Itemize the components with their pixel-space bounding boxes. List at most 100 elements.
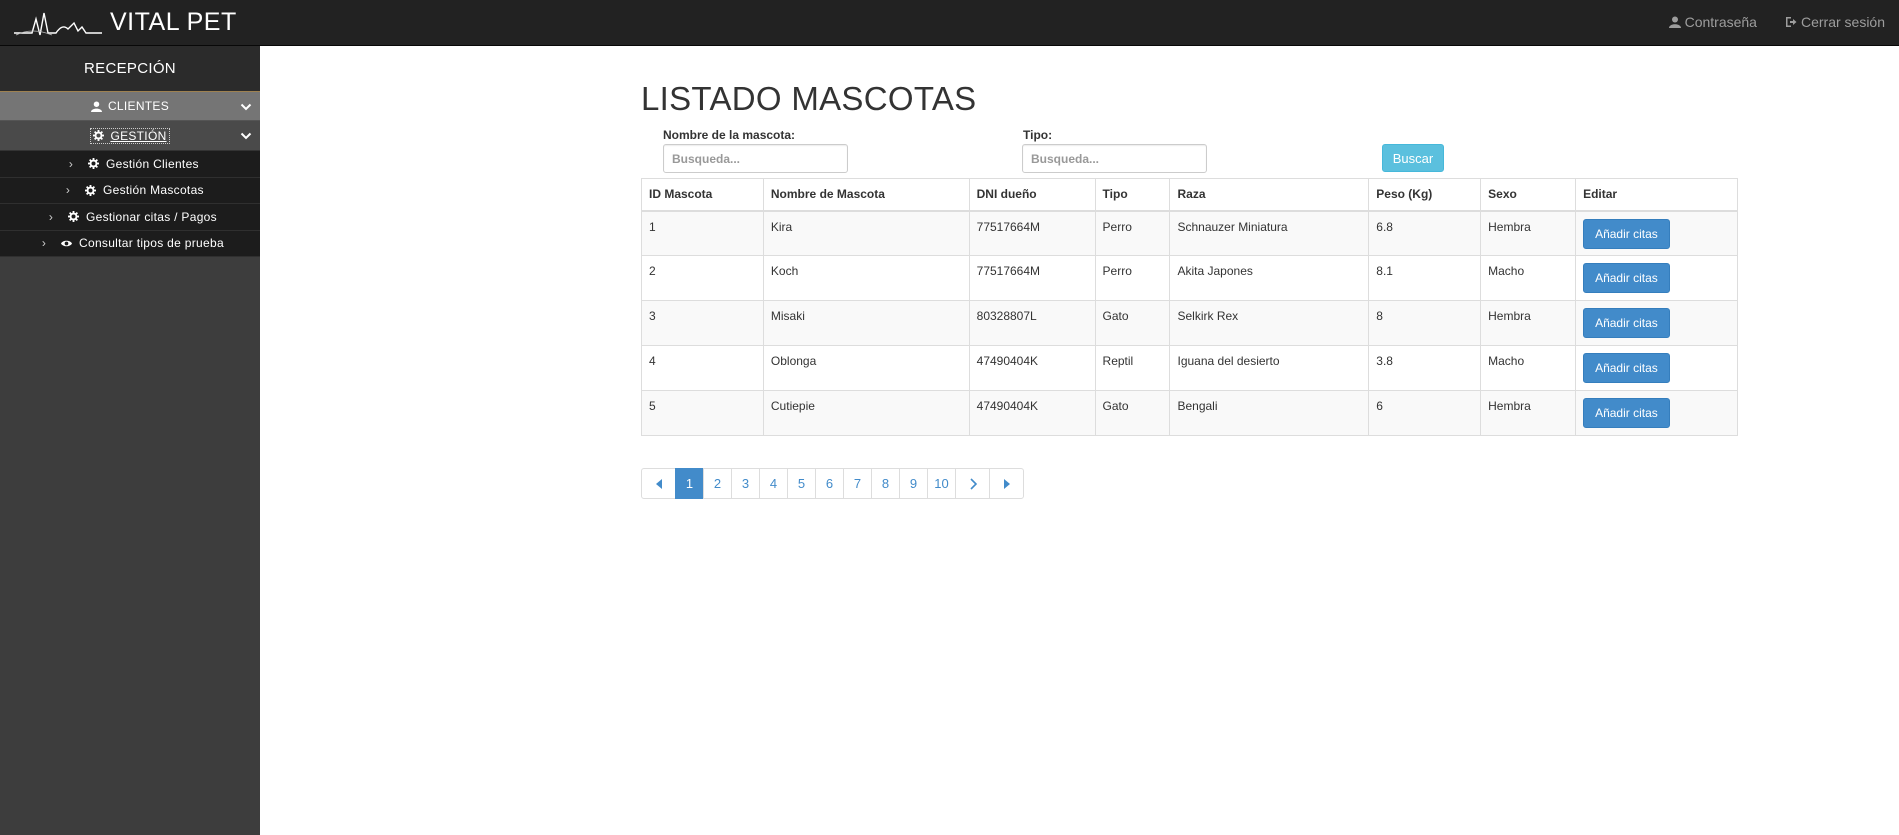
sidebar-header: RECEPCIÓN [0, 46, 260, 91]
page-button-9[interactable]: 9 [899, 468, 928, 499]
cell-id: 3 [641, 300, 764, 346]
cell-weight: 8 [1368, 300, 1482, 346]
table-row: 2 Koch 77517664M Perro Akita Japones 8.1… [641, 255, 1738, 301]
column-header[interactable]: Raza [1169, 178, 1370, 212]
triangle-left-icon [655, 478, 662, 489]
cell-type: Gato [1094, 300, 1171, 346]
cell-actions: Añadir citas [1575, 255, 1738, 301]
page-button-7[interactable]: 7 [843, 468, 872, 499]
cell-weight: 3.8 [1368, 345, 1482, 391]
chevron-right-icon: › [65, 183, 71, 198]
cell-id: 5 [641, 390, 764, 436]
cell-name: Kira [762, 210, 970, 256]
chevron-right-icon: › [48, 209, 54, 224]
first-page-button[interactable] [641, 468, 676, 499]
table-row: 5 Cutiepie 47490404K Gato Bengali 6 Hemb… [641, 390, 1738, 436]
sidebar-item-consultar-pruebas[interactable]: › Consultar tipos de prueba [0, 230, 260, 257]
cell-name: Cutiepie [762, 390, 970, 436]
gear-icon [85, 184, 96, 196]
cell-breed: Bengali [1169, 390, 1370, 436]
cell-id: 2 [641, 255, 764, 301]
next-page-button[interactable] [955, 468, 990, 499]
cell-owner-dni: 80328807L [968, 300, 1096, 346]
cell-name: Oblonga [762, 345, 970, 391]
sidebar: RECEPCIÓN CLIENTES GESTIÓN › Gestión Cli… [0, 46, 260, 835]
page-button-10[interactable]: 10 [927, 468, 956, 499]
table-row: 3 Misaki 80328807L Gato Selkirk Rex 8 He… [641, 300, 1738, 346]
type-search-input[interactable] [1022, 144, 1207, 173]
cell-actions: Añadir citas [1575, 390, 1738, 436]
column-header[interactable]: ID Mascota [641, 178, 764, 212]
sidebar-subitem-label: Gestión Mascotas [103, 183, 204, 198]
column-header[interactable]: Nombre de Mascota [762, 178, 970, 212]
add-appointment-button[interactable]: Añadir citas [1583, 353, 1670, 383]
column-header[interactable]: Tipo [1094, 178, 1171, 212]
column-header[interactable]: Peso (Kg) [1368, 178, 1482, 212]
cell-type: Perro [1094, 255, 1171, 301]
page-button-8[interactable]: 8 [871, 468, 900, 499]
add-appointment-button[interactable]: Añadir citas [1583, 398, 1670, 428]
table-row: 4 Oblonga 47490404K Reptil Iguana del de… [641, 345, 1738, 391]
gear-icon [68, 211, 79, 223]
gear-icon [88, 158, 99, 170]
page-button-5[interactable]: 5 [787, 468, 816, 499]
cell-type: Gato [1094, 390, 1171, 436]
table-row: 1 Kira 77517664M Perro Schnauzer Miniatu… [641, 210, 1738, 256]
brand-name: VITAL PET [110, 7, 237, 36]
sidebar-subitem-gestion-clientes[interactable]: › Gestión Clientes [0, 151, 260, 178]
brand[interactable]: VITAL PET [12, 2, 237, 42]
add-appointment-button[interactable]: Añadir citas [1583, 263, 1670, 293]
cell-type: Reptil [1094, 345, 1171, 391]
sidebar-subitem-gestion-mascotas[interactable]: › Gestión Mascotas [0, 177, 260, 204]
sidebar-item-gestion[interactable]: GESTIÓN [0, 121, 260, 151]
sidebar-item-label: Gestionar citas / Pagos [86, 209, 217, 224]
cell-breed: Akita Japones [1169, 255, 1370, 301]
logout-label: Cerrar sesión [1800, 14, 1885, 30]
cell-sex: Macho [1480, 255, 1577, 301]
triangle-right-icon [1003, 478, 1010, 489]
add-appointment-button[interactable]: Añadir citas [1583, 308, 1670, 338]
page-button-6[interactable]: 6 [815, 468, 844, 499]
pet-name-filter-label: Nombre de la mascota: [663, 128, 796, 142]
cell-weight: 8.1 [1368, 255, 1482, 301]
cell-name: Koch [762, 255, 970, 301]
cell-id: 4 [641, 345, 764, 391]
chevron-right-icon: › [41, 236, 47, 251]
user-icon [90, 100, 102, 112]
search-button[interactable]: Buscar [1382, 144, 1444, 172]
sidebar-item-gestionar-citas[interactable]: › Gestionar citas / Pagos [0, 204, 260, 231]
chevron-down-icon [240, 103, 252, 111]
sidebar-item-label: CLIENTES [107, 99, 170, 113]
page-button-1[interactable]: 1 [675, 468, 704, 499]
cell-type: Perro [1094, 210, 1171, 256]
gear-icon [93, 130, 105, 141]
cell-breed: Iguana del desierto [1169, 345, 1370, 391]
add-appointment-button[interactable]: Añadir citas [1583, 218, 1670, 249]
cell-weight: 6 [1368, 390, 1482, 436]
user-icon [1668, 16, 1681, 28]
logout-link[interactable]: Cerrar sesión [1785, 14, 1885, 30]
sidebar-item-label-box: GESTIÓN [90, 127, 170, 144]
page-title: LISTADO MASCOTAS [641, 80, 977, 117]
cell-owner-dni: 77517664M [968, 255, 1096, 301]
logout-icon [1785, 17, 1797, 27]
last-page-button[interactable] [989, 468, 1024, 499]
pagination: 1 2 3 4 5 6 7 8 9 10 [641, 468, 1024, 499]
cell-id: 1 [641, 210, 764, 256]
pet-name-search-input[interactable] [663, 144, 848, 173]
sidebar-item-label: Consultar tipos de prueba [79, 236, 224, 251]
cell-actions: Añadir citas [1575, 210, 1738, 256]
password-link[interactable]: Contraseña [1668, 14, 1757, 30]
column-header[interactable]: DNI dueño [968, 178, 1096, 212]
chevron-right-icon [969, 477, 977, 490]
page-button-3[interactable]: 3 [731, 468, 760, 499]
cell-breed: Schnauzer Miniatura [1169, 210, 1370, 256]
sidebar-item-clientes[interactable]: CLIENTES [0, 91, 260, 121]
pets-table: ID Mascota Nombre de Mascota DNI dueño T… [641, 178, 1738, 436]
table-header-row: ID Mascota Nombre de Mascota DNI dueño T… [641, 178, 1738, 212]
page-button-4[interactable]: 4 [759, 468, 788, 499]
page-button-2[interactable]: 2 [703, 468, 732, 499]
cell-sex: Hembra [1480, 210, 1577, 256]
heartbeat-logo-icon [14, 12, 102, 36]
column-header[interactable]: Sexo [1480, 178, 1577, 212]
